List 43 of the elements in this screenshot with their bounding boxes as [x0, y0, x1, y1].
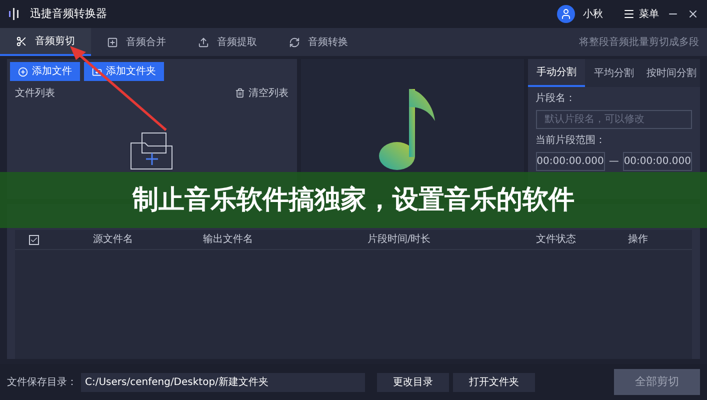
- tab[interactable]: 音频提取: [182, 28, 273, 56]
- trash-icon[interactable]: [234, 88, 245, 98]
- banner-text: 制止音乐软件搞独家，设置音乐的软件: [132, 184, 574, 216]
- merge-tab-icon[interactable]: [107, 36, 118, 48]
- field-label: 片段名：: [536, 92, 577, 106]
- column-header: 操作: [627, 233, 649, 247]
- column-header: 源文件名: [92, 232, 134, 247]
- hint-text: 将整段音频批量剪切成多段: [579, 36, 700, 50]
- cut-tab-icon[interactable]: [16, 36, 27, 46]
- start-time-field[interactable]: 00:00:00.000: [536, 152, 605, 171]
- split-tab[interactable]: 手动分割: [528, 59, 586, 87]
- list-title: 文件列表: [15, 86, 55, 100]
- split-tab[interactable]: 按时间分割: [642, 59, 700, 87]
- tab[interactable]: 音频转换: [273, 28, 364, 56]
- menu-button[interactable]: 菜单: [623, 6, 659, 22]
- menu-icon[interactable]: [623, 8, 635, 20]
- clear-list-button[interactable]: 清空列表: [234, 86, 289, 100]
- tab[interactable]: 音频剪切: [0, 28, 91, 56]
- extract-tab-icon[interactable]: [198, 36, 209, 48]
- range-dash: —: [608, 155, 619, 169]
- save-path-field[interactable]: C:/Users/cenfeng/Desktop/新建文件夹: [81, 372, 365, 392]
- add-button[interactable]: 添加文件: [10, 62, 80, 81]
- split-tab[interactable]: 平均分割: [585, 59, 643, 87]
- convert-tab-icon[interactable]: [289, 36, 300, 48]
- add-button[interactable]: 添加文件夹: [84, 62, 164, 81]
- column-header: 文件状态: [535, 232, 577, 247]
- close-icon[interactable]: [687, 8, 699, 20]
- check-icon[interactable]: [30, 236, 38, 244]
- window-title: 迅捷音频转换器: [30, 6, 107, 22]
- save-dir-label: 文件保存目录：: [7, 376, 77, 390]
- folder-add-icon[interactable]: [130, 130, 174, 170]
- column-header: 输出文件名: [202, 232, 254, 247]
- folder-plus-icon[interactable]: [92, 66, 102, 76]
- end-time-field[interactable]: 00:00:00.000: [622, 152, 692, 171]
- plus-circle-icon[interactable]: [18, 66, 28, 76]
- column-header: 片段时间/时长: [366, 232, 432, 247]
- avatar-icon[interactable]: [557, 5, 575, 23]
- segment-name-field[interactable]: 默认片段名，可以修改: [536, 110, 692, 129]
- open-folder-button[interactable]: 打开文件夹: [453, 372, 535, 392]
- user-name[interactable]: 小秋: [583, 6, 603, 22]
- tab[interactable]: 音频合并: [91, 28, 182, 56]
- change-dir-button[interactable]: 更改目录: [377, 372, 449, 392]
- field-label: 当前片段范围：: [536, 134, 607, 148]
